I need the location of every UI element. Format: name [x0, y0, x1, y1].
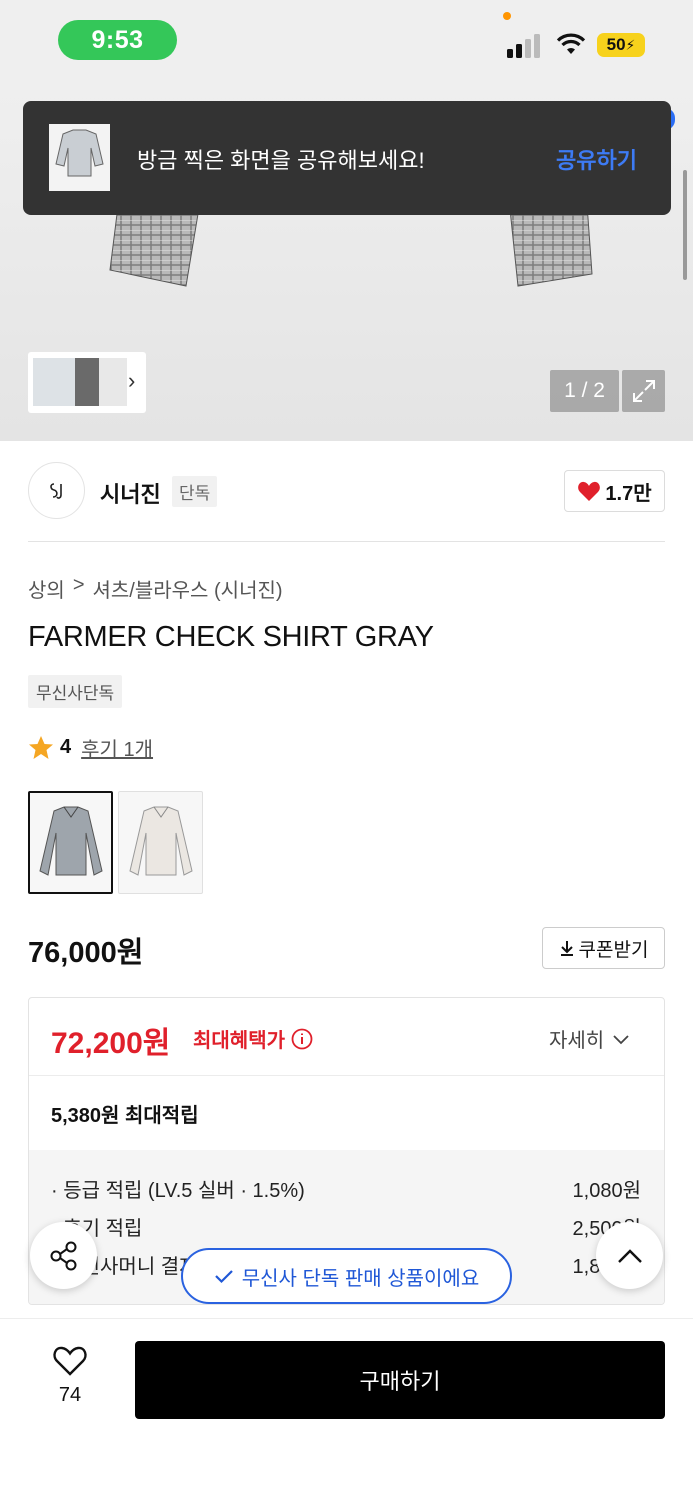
wishlist-count: 74	[58, 1384, 82, 1406]
star-icon	[29, 736, 53, 759]
thumbnail-image[interactable]	[75, 358, 99, 406]
exclusive-notice-text: 무신사 단독 판매 상품이에요	[241, 1267, 480, 1290]
heart-outline-icon	[53, 1346, 87, 1376]
point-label: · 등급 적립 (LV.5 실버 · 1.5%)	[51, 1180, 305, 1202]
heart-filled-icon	[578, 481, 601, 501]
chevron-up-icon	[617, 1248, 642, 1263]
expand-icon	[632, 380, 655, 402]
max-benefit-label-text: 최대혜택가	[193, 1030, 285, 1052]
wishlist-button[interactable]: 74	[40, 1345, 100, 1407]
scrollbar[interactable]	[683, 170, 687, 280]
coupon-label: 쿠폰받기	[578, 939, 649, 961]
brand-monogram-icon	[49, 482, 62, 499]
shirt-gray-image	[38, 806, 103, 876]
brand-like-button[interactable]: 1.7만	[564, 470, 665, 512]
scroll-to-top-button[interactable]	[596, 1222, 663, 1289]
charging-bolt-icon: ⚡	[625, 36, 636, 53]
battery-icon: 50 ⚡	[597, 33, 645, 57]
brand-logo[interactable]	[28, 462, 85, 519]
status-time[interactable]: 9:53	[58, 20, 177, 60]
brand-like-count: 1.7만	[605, 482, 652, 505]
share-button[interactable]	[30, 1222, 97, 1289]
original-price: 76,000원	[28, 937, 144, 969]
exclusive-sale-notice[interactable]: 무신사 단독 판매 상품이에요	[181, 1248, 512, 1304]
image-thumbnail-strip[interactable]: ›	[28, 352, 146, 413]
chevron-right-icon: >	[72, 574, 85, 596]
info-icon[interactable]	[291, 1028, 313, 1050]
max-benefit-price: 72,200원	[51, 1027, 171, 1060]
share-icon	[50, 1241, 76, 1270]
divider	[28, 541, 665, 542]
shirt-icon	[55, 129, 104, 177]
privacy-indicator-dot	[503, 12, 511, 20]
coupon-download-button[interactable]: 쿠폰받기	[542, 927, 665, 969]
screenshot-share-toast: 방금 찍은 화면을 공유해보세요! 공유하기	[23, 101, 671, 215]
fullscreen-button[interactable]	[622, 370, 665, 412]
breadcrumb: 상의 > 셔츠/블라우스 (시너진)	[28, 574, 283, 603]
max-point-total: 5,380원 최대적립	[51, 1105, 199, 1127]
color-option-white[interactable]	[118, 791, 203, 894]
detail-toggle[interactable]: 자세히	[549, 1024, 630, 1053]
thumbnail-image[interactable]	[99, 358, 127, 406]
point-row: · 등급 적립 (LV.5 실버 · 1.5%) 1,080원	[51, 1174, 641, 1203]
image-page-counter: 1 / 2	[550, 370, 619, 412]
breadcrumb-category[interactable]: 상의	[28, 574, 65, 603]
point-value: 1,080원	[572, 1180, 641, 1202]
detail-label: 자세히	[549, 1030, 605, 1052]
thumbnail-image[interactable]	[33, 358, 75, 406]
buy-button[interactable]: 구매하기	[135, 1341, 665, 1419]
breadcrumb-subcategory[interactable]: 셔츠/블라우스 (시너진)	[93, 574, 283, 603]
review-link[interactable]: 후기 1개	[81, 733, 153, 762]
max-benefit-label: 최대혜택가	[193, 1024, 313, 1053]
point-row: · 후기 적립 2,500원	[51, 1212, 641, 1241]
product-title: FARMER CHECK SHIRT GRAY	[28, 621, 434, 653]
share-now-button[interactable]: 공유하기	[556, 143, 637, 175]
toast-message: 방금 찍은 화면을 공유해보세요!	[137, 148, 425, 173]
bottom-purchase-bar: 74 구매하기	[0, 1318, 693, 1500]
benefit-header[interactable]: 72,200원 최대혜택가 자세히	[29, 998, 664, 1076]
rating-score: 4	[60, 736, 72, 758]
screenshot-thumbnail[interactable]	[49, 124, 110, 191]
check-icon	[214, 1270, 233, 1284]
rating: 4 후기 1개	[28, 733, 153, 762]
battery-level: 50	[606, 35, 626, 54]
color-option-gray[interactable]	[28, 791, 113, 894]
wifi-icon	[556, 33, 586, 54]
chevron-right-icon[interactable]: ›	[128, 368, 135, 394]
download-icon	[560, 941, 573, 956]
brand-name[interactable]: 시너진	[100, 477, 161, 509]
status-bar: 9:53 50 ⚡	[0, 0, 693, 90]
brand-exclusive-badge: 단독	[172, 476, 218, 507]
shirt-white-image	[128, 806, 193, 876]
exclusive-tag: 무신사단독	[28, 675, 123, 708]
chevron-down-icon	[613, 1034, 629, 1044]
cellular-signal-icon	[507, 34, 543, 58]
